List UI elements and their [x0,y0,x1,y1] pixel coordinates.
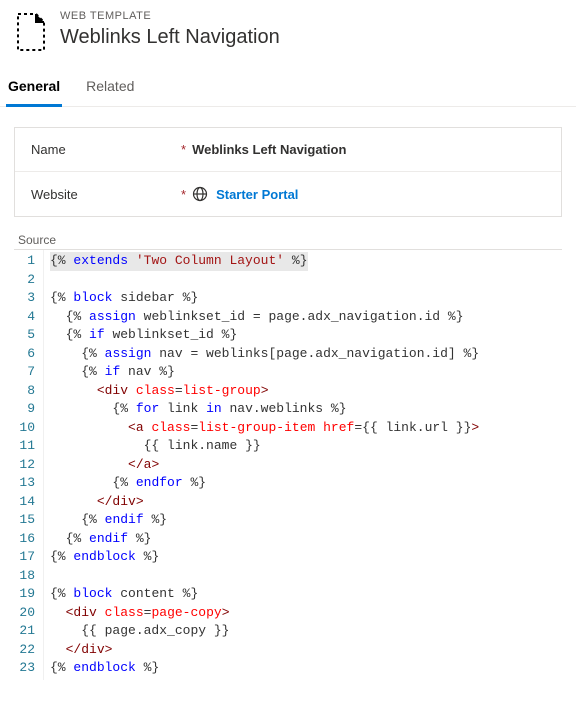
line-number: 14 [18,493,35,512]
code-line[interactable]: {% block content %} [50,585,562,604]
code-line[interactable]: {% if nav %} [50,363,562,382]
code-line[interactable]: {{ link.name }} [50,437,562,456]
line-number: 9 [18,400,35,419]
code-line[interactable]: {% endblock %} [50,659,562,678]
page-header: WEB TEMPLATE Weblinks Left Navigation [0,0,576,70]
code-line[interactable]: {{ page.adx_copy }} [50,622,562,641]
code-content[interactable]: {% extends 'Two Column Layout' %} {% blo… [44,250,562,680]
field-name-label: Name [31,142,181,157]
line-number: 11 [18,437,35,456]
code-line[interactable]: {% if weblinkset_id %} [50,326,562,345]
code-line[interactable] [50,271,562,290]
line-number: 21 [18,622,35,641]
code-line[interactable]: {% assign nav = weblinks[page.adx_naviga… [50,345,562,364]
code-line[interactable]: <a class=list-group-item href={{ link.ur… [50,419,562,438]
required-indicator: * [181,142,186,157]
line-number: 19 [18,585,35,604]
line-number: 1 [18,252,35,271]
field-name-value[interactable]: Weblinks Left Navigation [192,142,346,157]
line-number: 20 [18,604,35,623]
line-number: 15 [18,511,35,530]
field-website-label: Website [31,187,181,202]
tabs: General Related [0,70,576,107]
line-number: 18 [18,567,35,586]
line-gutter: 1234567891011121314151617181920212223 [14,250,44,680]
line-number: 2 [18,271,35,290]
globe-icon [192,186,208,202]
code-line[interactable]: {% assign weblinkset_id = page.adx_navig… [50,308,562,327]
line-number: 17 [18,548,35,567]
code-line[interactable]: </div> [50,493,562,512]
code-line[interactable]: {% block sidebar %} [50,289,562,308]
line-number: 4 [18,308,35,327]
code-line[interactable]: </a> [50,456,562,475]
field-name-row: Name * Weblinks Left Navigation [15,128,561,172]
code-line[interactable]: {% endif %} [50,530,562,549]
line-number: 10 [18,419,35,438]
code-line[interactable]: {% endblock %} [50,548,562,567]
line-number: 16 [18,530,35,549]
code-line[interactable]: {% endif %} [50,511,562,530]
page-title: Weblinks Left Navigation [60,26,280,49]
code-line[interactable] [50,567,562,586]
line-number: 8 [18,382,35,401]
tab-related[interactable]: Related [84,70,136,107]
line-number: 6 [18,345,35,364]
code-line[interactable]: </div> [50,641,562,660]
line-number: 7 [18,363,35,382]
tab-general[interactable]: General [6,70,62,107]
form-panel: Name * Weblinks Left Navigation Website … [14,127,562,217]
code-line[interactable]: <div class=list-group> [50,382,562,401]
code-line[interactable]: {% for link in nav.weblinks %} [50,400,562,419]
line-number: 13 [18,474,35,493]
field-website-value[interactable]: Starter Portal [192,186,298,202]
code-line[interactable]: {% extends 'Two Column Layout' %} [50,252,562,271]
code-line[interactable]: <div class=page-copy> [50,604,562,623]
line-number: 5 [18,326,35,345]
line-number: 12 [18,456,35,475]
code-editor[interactable]: 1234567891011121314151617181920212223 {%… [14,249,562,680]
source-label: Source [18,233,576,247]
code-line[interactable]: {% endfor %} [50,474,562,493]
field-website-link-text: Starter Portal [216,187,298,202]
line-number: 23 [18,659,35,678]
line-number: 22 [18,641,35,660]
web-template-icon [14,12,46,52]
required-indicator: * [181,187,186,202]
line-number: 3 [18,289,35,308]
entity-type-label: WEB TEMPLATE [60,10,280,22]
field-website-row: Website * Starter Portal [15,172,561,216]
